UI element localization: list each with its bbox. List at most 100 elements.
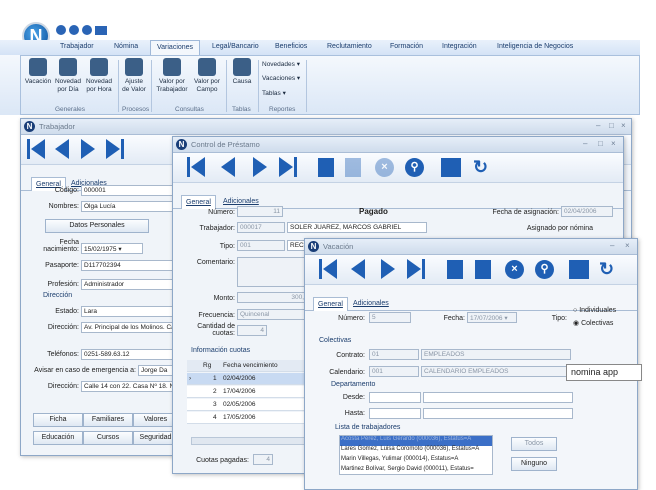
tab-integracion[interactable]: Integración (442, 43, 477, 50)
first-record-icon[interactable] (323, 259, 337, 279)
minimize-icon[interactable]: – (583, 139, 587, 148)
monto-field[interactable]: 300, (237, 292, 307, 303)
contrato-code-field[interactable]: 01 (369, 349, 419, 360)
cuotas-pagadas-field[interactable]: 4 (253, 454, 273, 465)
table-row[interactable]: › 1 02/04/2006 (187, 373, 305, 385)
ninguno-button[interactable]: Ninguno (511, 457, 557, 471)
ficha-button[interactable]: Ficha (33, 413, 83, 427)
valor-trabajador-button[interactable]: Valor por Trabajador (155, 58, 189, 94)
pasaporte-field[interactable]: D117702394 (81, 260, 176, 271)
save-icon[interactable] (475, 260, 491, 279)
close-icon[interactable]: × (611, 139, 616, 148)
radio-colectivas[interactable]: ◉ Colectivas (573, 319, 613, 327)
close-icon[interactable]: × (625, 241, 630, 250)
tab-nomina[interactable]: Nómina (114, 43, 138, 50)
numero-field[interactable]: 5 (369, 312, 411, 323)
qat-web-icon[interactable] (82, 25, 92, 35)
list-item[interactable]: Lares Gomez, Luisa Coromoto (000036), Es… (340, 446, 492, 456)
cursos-button[interactable]: Cursos (83, 431, 133, 445)
qat-folder-icon[interactable] (95, 26, 107, 35)
fecha-asig-field[interactable]: 02/04/2006 (561, 206, 613, 217)
tipo-code-field[interactable]: 001 (237, 240, 285, 251)
print-icon[interactable] (569, 260, 589, 279)
trabajadores-list[interactable]: Acosta Pérez, Luis Gerardo (000036), Est… (339, 435, 493, 475)
list-item[interactable]: Marin Villegas, Yulimar (000014), Estatu… (340, 456, 492, 466)
familiares-button[interactable]: Familiares (83, 413, 133, 427)
profesion-field[interactable]: Administrador (81, 279, 176, 290)
refresh-icon[interactable]: ↻ (597, 260, 616, 279)
list-item[interactable]: Acosta Pérez, Luis Gerardo (000036), Est… (340, 436, 492, 446)
vacaciones-menu[interactable]: Vacaciones ▾ (262, 74, 300, 82)
first-record-icon[interactable] (31, 139, 45, 159)
radio-individuales[interactable]: ○ Individuales (573, 307, 616, 314)
nombres-field[interactable]: Olga Lucía (81, 201, 176, 212)
prev-record-icon[interactable] (221, 157, 235, 177)
tab-formacion[interactable]: Formación (390, 43, 423, 50)
comentario-field[interactable] (237, 257, 307, 287)
last-record-icon[interactable] (407, 259, 421, 279)
next-record-icon[interactable] (81, 139, 95, 159)
table-row[interactable]: 3 02/05/2006 (187, 399, 305, 411)
list-item[interactable]: Martinez Bolívar, Sergio David (000011),… (340, 466, 492, 474)
novedad-hora-button[interactable]: Novedad por Hora (83, 58, 115, 94)
tab-legal-bancario[interactable]: Legal/Bancario (212, 43, 259, 50)
fecha-field[interactable]: 17/07/2006 ▾ (467, 312, 517, 323)
novedades-menu[interactable]: Novedades ▾ (262, 60, 300, 68)
trabajador-code-field[interactable]: 000017 (237, 222, 285, 233)
avisar-field[interactable]: Jorge Da (138, 365, 176, 376)
frecuencia-field[interactable]: Quincenal (237, 309, 307, 320)
tab-trabajador[interactable]: Trabajador (60, 43, 94, 50)
causa-button[interactable]: Causa (229, 58, 255, 86)
numero-field[interactable]: 11 (237, 206, 283, 217)
contrato-name-field[interactable]: EMPLEADOS (421, 349, 571, 360)
maximize-icon[interactable]: □ (609, 121, 614, 130)
tablas-menu[interactable]: Tablas ▾ (262, 89, 286, 97)
table-row[interactable]: 4 17/05/2006 (187, 412, 305, 424)
tab-adicionales[interactable]: Adicionales (219, 197, 263, 206)
next-record-icon[interactable] (253, 157, 267, 177)
desde-name-field[interactable] (423, 392, 573, 403)
estado-field[interactable]: Lara (81, 306, 176, 317)
tab-beneficios[interactable]: Beneficios (275, 43, 307, 50)
tab-variaciones[interactable]: Variaciones (150, 40, 201, 56)
novedad-dia-button[interactable]: Novedad por Día (53, 58, 83, 94)
save-icon[interactable] (345, 158, 361, 177)
last-record-icon[interactable] (279, 157, 293, 177)
horizontal-scrollbar[interactable] (191, 437, 305, 445)
tab-reclutamiento[interactable]: Reclutamiento (327, 43, 372, 50)
tab-general[interactable]: General (181, 195, 216, 209)
tab-inteligencia[interactable]: Inteligencia de Negocios (497, 43, 573, 50)
ajuste-valor-button[interactable]: Ajuste de Valor (121, 58, 147, 94)
cancel-icon[interactable]: × (375, 158, 394, 177)
valor-campo-button[interactable]: Valor por Campo (191, 58, 223, 94)
new-icon[interactable] (318, 158, 334, 177)
tab-general[interactable]: General (313, 297, 348, 311)
new-icon[interactable] (447, 260, 463, 279)
hasta-name-field[interactable] (423, 408, 573, 419)
calendario-name-field[interactable]: CALENDARIO EMPLEADOS (421, 366, 571, 377)
search-icon[interactable]: ⚲ (535, 260, 554, 279)
print-icon[interactable] (441, 158, 461, 177)
minimize-icon[interactable]: – (596, 121, 600, 130)
trabajador-name-field[interactable]: SOLER JUAREZ, MARCOS GABRIEL (287, 222, 427, 233)
calendario-code-field[interactable]: 001 (369, 366, 419, 377)
close-icon[interactable]: × (621, 121, 626, 130)
todos-button[interactable]: Todos (511, 437, 557, 451)
table-row[interactable]: 2 17/04/2006 (187, 386, 305, 398)
hasta-field[interactable] (369, 408, 421, 419)
cancel-icon[interactable]: × (505, 260, 524, 279)
first-record-icon[interactable] (191, 157, 205, 177)
educacion-button[interactable]: Educación (33, 431, 83, 445)
fecha-field[interactable]: 15/02/1975 ▾ (81, 243, 143, 254)
qat-add-icon[interactable] (56, 25, 66, 35)
next-record-icon[interactable] (381, 259, 395, 279)
cantidad-field[interactable]: 4 (237, 325, 267, 336)
qat-remove-icon[interactable] (69, 25, 79, 35)
direccion2-field[interactable]: Calle 14 con 22. Casa Nº 18. N (81, 381, 176, 392)
last-record-icon[interactable] (106, 139, 120, 159)
tab-adicionales[interactable]: Adicionales (349, 299, 393, 308)
refresh-icon[interactable]: ↻ (471, 158, 490, 177)
prev-record-icon[interactable] (55, 139, 69, 159)
prev-record-icon[interactable] (351, 259, 365, 279)
search-icon[interactable]: ⚲ (405, 158, 424, 177)
